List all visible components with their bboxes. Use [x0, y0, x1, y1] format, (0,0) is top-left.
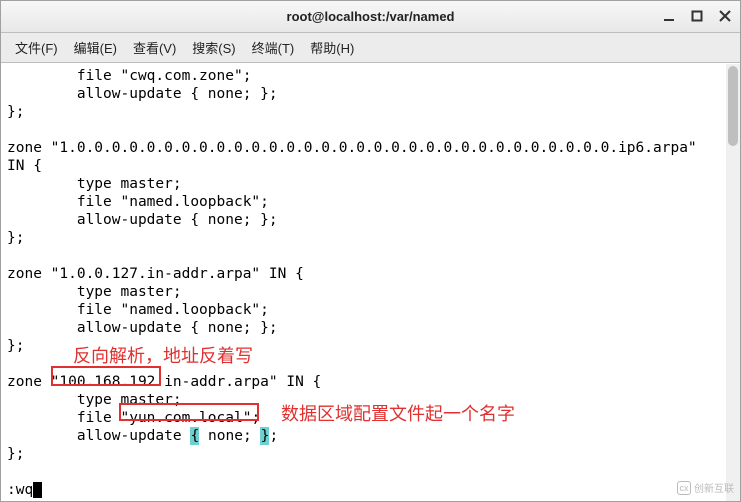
menu-help[interactable]: 帮助(H) — [302, 34, 362, 61]
code-line: allow-update { none; }; — [7, 427, 278, 445]
menu-file[interactable]: 文件(F) — [7, 34, 66, 61]
title-bar: root@localhost:/var/named — [1, 1, 740, 33]
window-title: root@localhost:/var/named — [287, 9, 455, 24]
annotation-reverse-lookup: 反向解析，地址反着写 — [73, 347, 253, 365]
text-cursor — [33, 482, 42, 498]
annotation-zone-file: 数据区域配置文件起一个名字 — [281, 405, 515, 423]
code-line: }; — [7, 337, 24, 355]
menu-search[interactable]: 搜索(S) — [184, 34, 243, 61]
menu-terminal[interactable]: 终端(T) — [244, 34, 303, 61]
code-line: allow-update { none; }; — [7, 319, 278, 337]
code-line: allow-update { none; }; — [7, 85, 278, 103]
code-line: }; — [7, 229, 24, 247]
highlight-box-ip — [51, 366, 161, 386]
minimize-button[interactable] — [658, 6, 680, 26]
menu-edit[interactable]: 编辑(E) — [66, 34, 125, 61]
highlight-box-file — [119, 403, 259, 421]
code-line: }; — [7, 445, 24, 463]
close-button[interactable] — [714, 6, 736, 26]
code-line: file "cwq.com.zone"; — [7, 67, 251, 85]
terminal-area[interactable]: file "cwq.com.zone"; allow-update { none… — [1, 63, 740, 501]
vim-command-line: :wq — [7, 481, 42, 499]
scrollbar-thumb[interactable] — [728, 66, 738, 146]
brace-highlight: { — [190, 427, 199, 445]
watermark-logo: cx — [677, 481, 691, 495]
vertical-scrollbar[interactable] — [726, 64, 740, 501]
menu-view[interactable]: 查看(V) — [125, 34, 184, 61]
code-line: }; — [7, 103, 24, 121]
maximize-button[interactable] — [686, 6, 708, 26]
watermark-text: 创新互联 — [694, 480, 734, 495]
code-line: zone "1.0.0.127.in-addr.arpa" IN { — [7, 265, 304, 283]
watermark: cx 创新互联 — [677, 480, 734, 495]
code-line: IN { — [7, 157, 42, 175]
code-line: file "named.loopback"; — [7, 193, 269, 211]
menu-bar: 文件(F) 编辑(E) 查看(V) 搜索(S) 终端(T) 帮助(H) — [1, 33, 740, 63]
code-line: allow-update { none; }; — [7, 211, 278, 229]
code-line: zone "1.0.0.0.0.0.0.0.0.0.0.0.0.0.0.0.0.… — [7, 139, 697, 157]
code-line: type master; — [7, 175, 182, 193]
code-line: file "named.loopback"; — [7, 301, 269, 319]
code-line: type master; — [7, 283, 182, 301]
